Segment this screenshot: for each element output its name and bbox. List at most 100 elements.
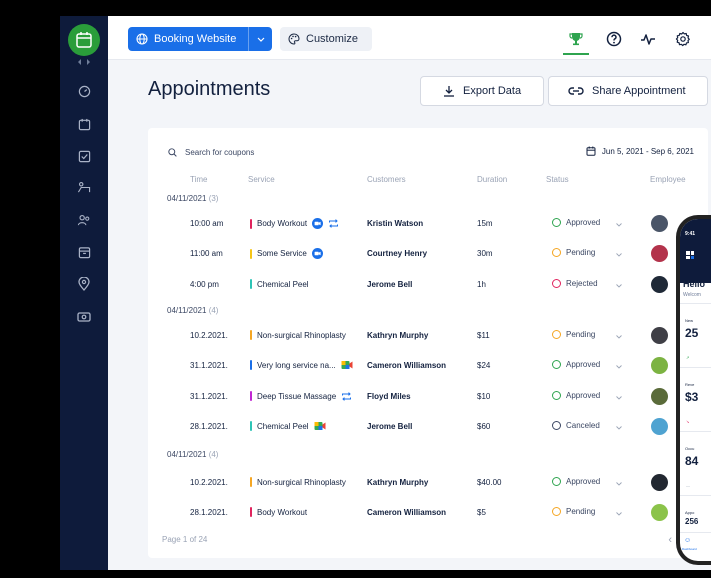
row-customer[interactable]: Cameron Williamson	[367, 361, 446, 370]
sidebar-item-calendar[interactable]	[76, 116, 92, 132]
column-header-duration[interactable]: Duration	[477, 175, 507, 184]
employee-avatar[interactable]	[651, 357, 668, 374]
chevron-down-icon[interactable]	[615, 510, 623, 518]
search-input[interactable]: Search for coupons	[185, 148, 254, 157]
table-row[interactable]: 31.1.2021. Very long service na... Cameron…	[148, 357, 708, 375]
table-row[interactable]: 31.1.2021. Deep Tissue Massage Floyd Miles…	[148, 388, 708, 406]
booking-website-button[interactable]: Booking Website	[128, 27, 272, 51]
chevron-down-icon[interactable]	[615, 424, 623, 432]
zoom-video-icon	[311, 248, 323, 259]
settings-gear-icon[interactable]	[673, 29, 693, 49]
employee-avatar[interactable]	[651, 504, 668, 521]
row-customer[interactable]: Cameron Williamson	[367, 508, 446, 517]
phone-time: 9:41	[685, 231, 696, 237]
phone-stat-value: 25	[685, 326, 699, 340]
chevron-down-icon[interactable]	[615, 394, 623, 402]
chevron-down-icon[interactable]	[615, 282, 623, 290]
search-box[interactable]: Search for coupons	[168, 148, 254, 157]
table-row[interactable]: 4:00 pm Chemical Peel Jerome Bell 1h Rejecte…	[148, 276, 708, 294]
service-name: Body Workout	[257, 507, 308, 517]
row-customer[interactable]: Kathryn Murphy	[367, 331, 428, 340]
row-duration: 30m	[477, 249, 493, 258]
globe-icon	[136, 33, 148, 45]
status-circle-icon	[552, 421, 561, 430]
chevron-down-icon[interactable]	[615, 363, 623, 371]
dashboard-icon	[78, 85, 90, 97]
previous-page-icon[interactable]: ‹	[668, 534, 672, 546]
table-row[interactable]: 28.1.2021. Chemical Peel Jerome Bell $60 Can…	[148, 418, 708, 436]
employee-avatar[interactable]	[651, 276, 668, 293]
date-range-picker[interactable]: Jun 5, 2021 - Sep 6, 2021	[586, 146, 694, 156]
chevron-down-icon[interactable]	[615, 251, 623, 259]
booking-website-label: Booking Website	[154, 33, 237, 45]
customize-button[interactable]: Customize	[280, 27, 372, 51]
table-row[interactable]: 10.2.2021. Non-surgical Rhinoplasty Kathry…	[148, 327, 708, 345]
page-info: Page 1 of 24	[162, 535, 208, 544]
phone-menu-icon	[686, 251, 694, 259]
sidebar-item-appointments[interactable]	[76, 148, 92, 164]
chevron-down-icon[interactable]	[615, 333, 623, 341]
table-row[interactable]: 28.1.2021. Body Workout Cameron Williamson…	[148, 504, 708, 522]
chevron-down-icon[interactable]	[615, 221, 623, 229]
status-dropdown[interactable]: Approved	[552, 360, 600, 369]
status-dropdown[interactable]: Rejected	[552, 279, 598, 288]
employee-avatar[interactable]	[651, 327, 668, 344]
service-color-bar	[250, 248, 252, 259]
trophy-icon[interactable]	[566, 29, 586, 49]
sidebar-item-packages[interactable]	[76, 244, 92, 260]
status-circle-icon	[552, 360, 561, 369]
employee-avatar[interactable]	[651, 388, 668, 405]
table-row[interactable]: 11:00 am Some Service Courtney Henry 30m Pen…	[148, 245, 708, 263]
column-header-status[interactable]: Status	[546, 175, 569, 184]
export-data-button[interactable]: Export Data	[420, 76, 544, 106]
row-customer[interactable]: Floyd Miles	[367, 392, 411, 401]
employee-avatar[interactable]	[651, 474, 668, 491]
row-duration: $24	[477, 361, 491, 370]
status-dropdown[interactable]: Approved	[552, 218, 600, 227]
status-dropdown[interactable]: Approved	[552, 477, 600, 486]
collapse-icon[interactable]	[76, 58, 92, 66]
status-dropdown[interactable]: Pending	[552, 330, 595, 339]
employee-avatar[interactable]	[651, 245, 668, 262]
table-row[interactable]: 10:00 am Body Workout Kristin Watson 15m App…	[148, 215, 708, 233]
status-circle-icon	[552, 330, 561, 339]
table-row[interactable]: 10.2.2021. Non-surgical Rhinoplasty Kathry…	[148, 474, 708, 492]
status-dropdown[interactable]: Pending	[552, 507, 595, 516]
sidebar-item-services[interactable]	[76, 179, 92, 195]
column-header-service[interactable]: Service	[248, 175, 275, 184]
service-color-bar	[250, 360, 252, 370]
employee-avatar[interactable]	[651, 215, 668, 232]
chevron-down-icon[interactable]	[248, 27, 272, 51]
row-customer[interactable]: Jerome Bell	[367, 280, 412, 289]
column-header-employee[interactable]: Employee	[650, 175, 686, 184]
status-label: Rejected	[566, 279, 598, 288]
export-data-label: Export Data	[463, 85, 522, 97]
group-count: (4)	[208, 450, 219, 459]
status-circle-icon	[552, 477, 561, 486]
row-customer[interactable]: Courtney Henry	[367, 249, 427, 258]
column-header-customers[interactable]: Customers	[367, 175, 406, 184]
sidebar-item-locations[interactable]	[76, 276, 92, 292]
chevron-down-icon[interactable]	[615, 480, 623, 488]
share-appointment-button[interactable]: Share Appointment	[548, 76, 708, 106]
service-color-bar	[250, 477, 252, 487]
status-dropdown[interactable]: Canceled	[552, 421, 600, 430]
phone-mockup: 9:41 Hello Welcom New 25 ↗ Reve $3 ↘ Occ…	[676, 215, 711, 565]
sidebar-item-payments[interactable]	[76, 309, 92, 325]
sidebar-item-customers[interactable]	[76, 212, 92, 228]
activity-icon[interactable]	[638, 29, 658, 49]
row-customer[interactable]: Kristin Watson	[367, 219, 423, 228]
row-customer[interactable]: Kathryn Murphy	[367, 478, 428, 487]
help-icon[interactable]	[604, 29, 624, 49]
employee-avatar[interactable]	[651, 418, 668, 435]
column-header-time[interactable]: Time	[190, 175, 207, 184]
phone-greeting: Hello	[683, 279, 706, 289]
status-circle-icon	[552, 218, 561, 227]
sidebar-item-dashboard[interactable]	[76, 83, 92, 99]
status-dropdown[interactable]: Approved	[552, 391, 600, 400]
phone-dashboard-icon[interactable]: ☺	[684, 537, 691, 544]
service-name: Non-surgical Rhinoplasty	[257, 330, 346, 340]
app-logo[interactable]	[68, 24, 100, 56]
status-dropdown[interactable]: Pending	[552, 248, 595, 257]
row-customer[interactable]: Jerome Bell	[367, 422, 412, 431]
